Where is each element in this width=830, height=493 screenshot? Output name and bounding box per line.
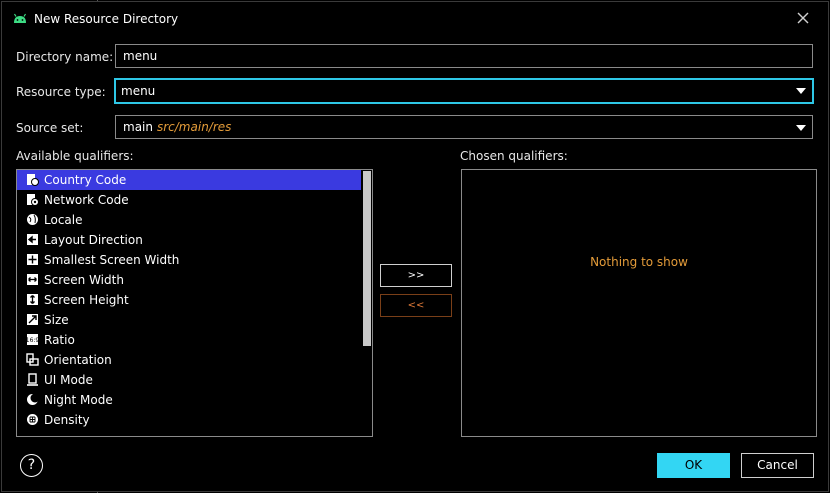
size-icon: [27, 314, 38, 325]
ui-mode-icon: [27, 373, 38, 386]
dialog-title: New Resource Directory: [34, 12, 179, 26]
qualifier-label: Ratio: [44, 333, 75, 347]
qualifier-item[interactable]: 16:9 Ratio: [17, 330, 361, 350]
layout-direction-icon: [27, 234, 38, 245]
qualifier-label: Screen Width: [44, 273, 124, 287]
chosen-qualifiers-label: Chosen qualifiers:: [460, 149, 568, 163]
qualifier-item[interactable]: Locale: [17, 210, 361, 230]
source-set-path: src/main/res: [156, 120, 232, 134]
qualifier-item[interactable]: Screen Width: [17, 270, 361, 290]
country-code-icon: [27, 174, 39, 186]
qualifier-item[interactable]: Orientation: [17, 350, 361, 370]
directory-name-value: menu: [123, 49, 158, 63]
qualifier-item[interactable]: Night Mode: [17, 390, 361, 410]
night-mode-icon: [27, 393, 39, 405]
qualifier-label: Locale: [44, 213, 83, 227]
qualifier-items: Country Code Network Code Locale Layout Dir…: [17, 170, 372, 430]
empty-state-text: Nothing to show: [590, 255, 688, 269]
qualifier-item[interactable]: Country Code: [17, 170, 361, 190]
network-code-icon: [27, 194, 39, 206]
source-set-value: main: [123, 120, 153, 134]
chevron-down-icon: [796, 125, 806, 131]
svg-text:16:9: 16:9: [26, 337, 39, 344]
resource-type-value: menu: [121, 84, 156, 98]
qualifier-label: Screen Height: [44, 293, 129, 307]
qualifier-item[interactable]: Smallest Screen Width: [17, 250, 361, 270]
qualifier-label: Layout Direction: [44, 233, 143, 247]
move-right-button[interactable]: >>: [380, 264, 452, 287]
resource-type-select[interactable]: menu: [114, 78, 814, 104]
qualifier-item[interactable]: Size: [17, 310, 361, 330]
qualifier-item[interactable]: Layout Direction: [17, 230, 361, 250]
source-set-label: Source set:: [16, 121, 84, 135]
move-left-button[interactable]: <<: [380, 294, 452, 317]
scrollbar-thumb[interactable]: [363, 171, 371, 346]
android-icon: [13, 13, 27, 23]
qualifier-label: Country Code: [44, 173, 127, 187]
ratio-icon: 16:9: [26, 334, 39, 345]
screen-height-icon: [27, 294, 38, 305]
available-qualifiers-list[interactable]: Country Code Network Code Locale Layout Dir…: [16, 169, 373, 437]
orientation-icon: [26, 353, 39, 366]
qualifier-label: Orientation: [44, 353, 112, 367]
new-resource-directory-dialog: New Resource Directory Directory name: m…: [1, 1, 829, 492]
qualifier-item[interactable]: Screen Height: [17, 290, 361, 310]
screen-width-icon: [27, 274, 38, 285]
available-qualifiers-label: Available qualifiers:: [16, 149, 134, 163]
directory-name-label: Directory name:: [16, 50, 114, 64]
qualifier-label: Network Code: [44, 193, 129, 207]
source-set-select[interactable]: main src/main/res: [115, 115, 813, 139]
qualifier-label: Night Mode: [44, 393, 113, 407]
close-icon[interactable]: [796, 11, 810, 25]
chevron-down-icon: [796, 88, 806, 94]
qualifier-label: Smallest Screen Width: [44, 253, 180, 267]
qualifier-item[interactable]: UI Mode: [17, 370, 361, 390]
cancel-button[interactable]: Cancel: [741, 453, 814, 478]
help-button[interactable]: ?: [20, 454, 43, 477]
ok-button[interactable]: OK: [657, 453, 730, 478]
globe-icon: [27, 214, 38, 225]
qualifier-item[interactable]: Density: [17, 410, 361, 430]
dialog-titlebar: New Resource Directory: [2, 2, 828, 36]
density-icon: [27, 414, 38, 425]
resource-type-label: Resource type:: [16, 85, 106, 99]
chosen-qualifiers-list[interactable]: Nothing to show: [461, 169, 817, 437]
smallest-width-icon: [27, 254, 38, 265]
directory-name-input[interactable]: menu: [115, 44, 813, 68]
qualifier-item[interactable]: Network Code: [17, 190, 361, 210]
qualifier-label: Size: [44, 313, 69, 327]
qualifier-label: UI Mode: [44, 373, 93, 387]
qualifier-label: Density: [44, 413, 90, 427]
